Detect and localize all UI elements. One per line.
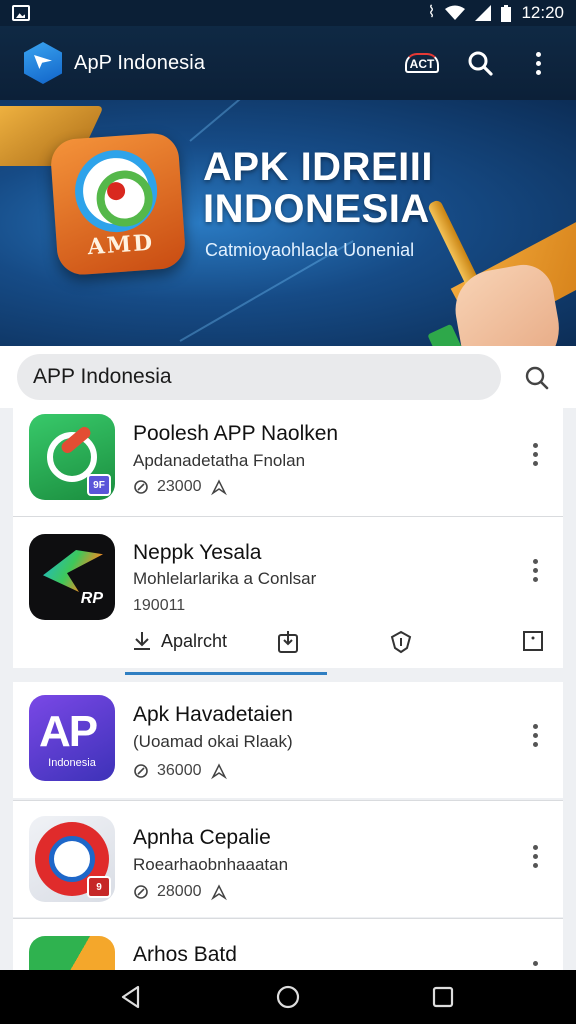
app-icon: AP Indonesia	[29, 695, 115, 781]
banner-icon-text: AMD	[86, 229, 155, 261]
share-icon	[210, 884, 227, 901]
list-item[interactable]: 9F Poolesh APP Naolken Apdanadetatha Fno…	[13, 408, 563, 516]
banner-subtitle: Catmioyaohlacla Uonenial	[205, 240, 415, 260]
shield-action[interactable]	[389, 630, 413, 654]
app-icon	[29, 936, 115, 970]
download-action[interactable]	[277, 630, 299, 654]
item-more-button[interactable]	[527, 555, 543, 585]
app-name: Arhos Batd	[133, 943, 237, 966]
item-action-row: Apalrcht	[13, 622, 563, 668]
search-row: APP Indonesia	[0, 346, 576, 408]
rating-icon	[134, 764, 148, 778]
app-name: Apk Havadetaien	[133, 703, 293, 726]
recents-icon[interactable]	[430, 984, 456, 1010]
rating-icon	[134, 480, 148, 494]
list-item[interactable]: Arhos Batd	[13, 919, 563, 970]
search-icon	[468, 51, 493, 76]
active-tab-indicator	[125, 672, 327, 675]
app-bar: ApP Indonesia ACT	[0, 26, 576, 100]
banner-headline: APK IDREIII	[203, 145, 433, 189]
list-item[interactable]: AP Indonesia Apk Havadetaien (Uoamad oka…	[13, 682, 563, 798]
wifi-icon	[445, 5, 466, 20]
app-subtitle: Apdanadetatha Fnolan	[133, 451, 306, 470]
install-action[interactable]: Apalrcht	[131, 630, 227, 652]
search-input[interactable]: APP Indonesia	[17, 354, 501, 400]
share-icon	[210, 763, 227, 780]
banner-app-icon: AMD	[49, 131, 187, 277]
clock: 12:20	[521, 3, 564, 22]
shield-icon	[390, 630, 412, 654]
banner-headline: INDONESIA	[203, 187, 430, 231]
search-icon	[525, 366, 549, 390]
app-title: ApP Indonesia	[74, 51, 206, 74]
app-logo-icon	[24, 42, 62, 84]
app-name: Poolesh APP Naolken	[133, 422, 339, 445]
notification-button[interactable]: ACT	[404, 49, 440, 77]
app-icon: 9F	[29, 414, 115, 500]
app-icon: RP	[29, 534, 115, 620]
overflow-menu-button[interactable]	[524, 49, 552, 77]
item-more-button[interactable]	[527, 439, 543, 469]
search-button[interactable]	[466, 49, 494, 77]
app-icon-badge: 9	[87, 876, 111, 898]
status-bar: ⌇ 12:20	[0, 0, 576, 26]
info-action[interactable]	[522, 630, 544, 652]
install-icon	[134, 632, 150, 650]
app-icon-badge: RP	[80, 590, 103, 607]
signal-icon	[475, 5, 492, 21]
item-more-button[interactable]	[527, 841, 543, 871]
system-nav-bar	[0, 970, 576, 1024]
rating-icon	[134, 885, 148, 899]
app-icon-badge: 9F	[87, 474, 111, 496]
list-item[interactable]: 9 Apnha Cepalie Roearhaobnhaaatan 28000	[13, 801, 563, 917]
home-icon[interactable]	[275, 984, 301, 1010]
download-count: 36000	[157, 762, 202, 779]
gallery-notification-icon	[12, 5, 30, 21]
app-icon-caption: Indonesia	[48, 757, 96, 769]
app-name: Neppk Yesala	[133, 541, 262, 564]
app-name: Apnha Cepalie	[133, 826, 271, 849]
item-more-button[interactable]	[527, 720, 543, 750]
download-count: 28000	[157, 883, 202, 900]
info-square-icon	[523, 631, 543, 651]
app-subtitle: (Uoamad okai Rlaak)	[133, 732, 293, 751]
search-submit-button[interactable]	[520, 361, 554, 395]
download-count: 190011	[133, 597, 186, 614]
download-count: 23000	[157, 478, 202, 495]
app-icon: 9	[29, 816, 115, 902]
list-item[interactable]: RP Neppk Yesala Mohlelarlarika a Conlsar…	[13, 517, 563, 623]
app-icon-badge: AP	[39, 707, 98, 756]
install-label: Apalrcht	[161, 630, 228, 651]
back-icon[interactable]	[118, 984, 144, 1010]
item-more-button[interactable]	[527, 957, 543, 970]
app-subtitle: Roearhaobnhaaatan	[133, 855, 289, 874]
promo-banner[interactable]: AMD APK IDREIII INDONESIA Catmioyaohlacl…	[0, 100, 576, 346]
battery-icon	[501, 4, 512, 22]
download-icon	[278, 631, 298, 653]
share-icon	[210, 479, 227, 496]
app-subtitle: Mohlelarlarika a Conlsar	[133, 569, 317, 588]
notification-badge: ACT	[404, 53, 440, 73]
vibrate-icon: ⌇	[427, 4, 436, 21]
